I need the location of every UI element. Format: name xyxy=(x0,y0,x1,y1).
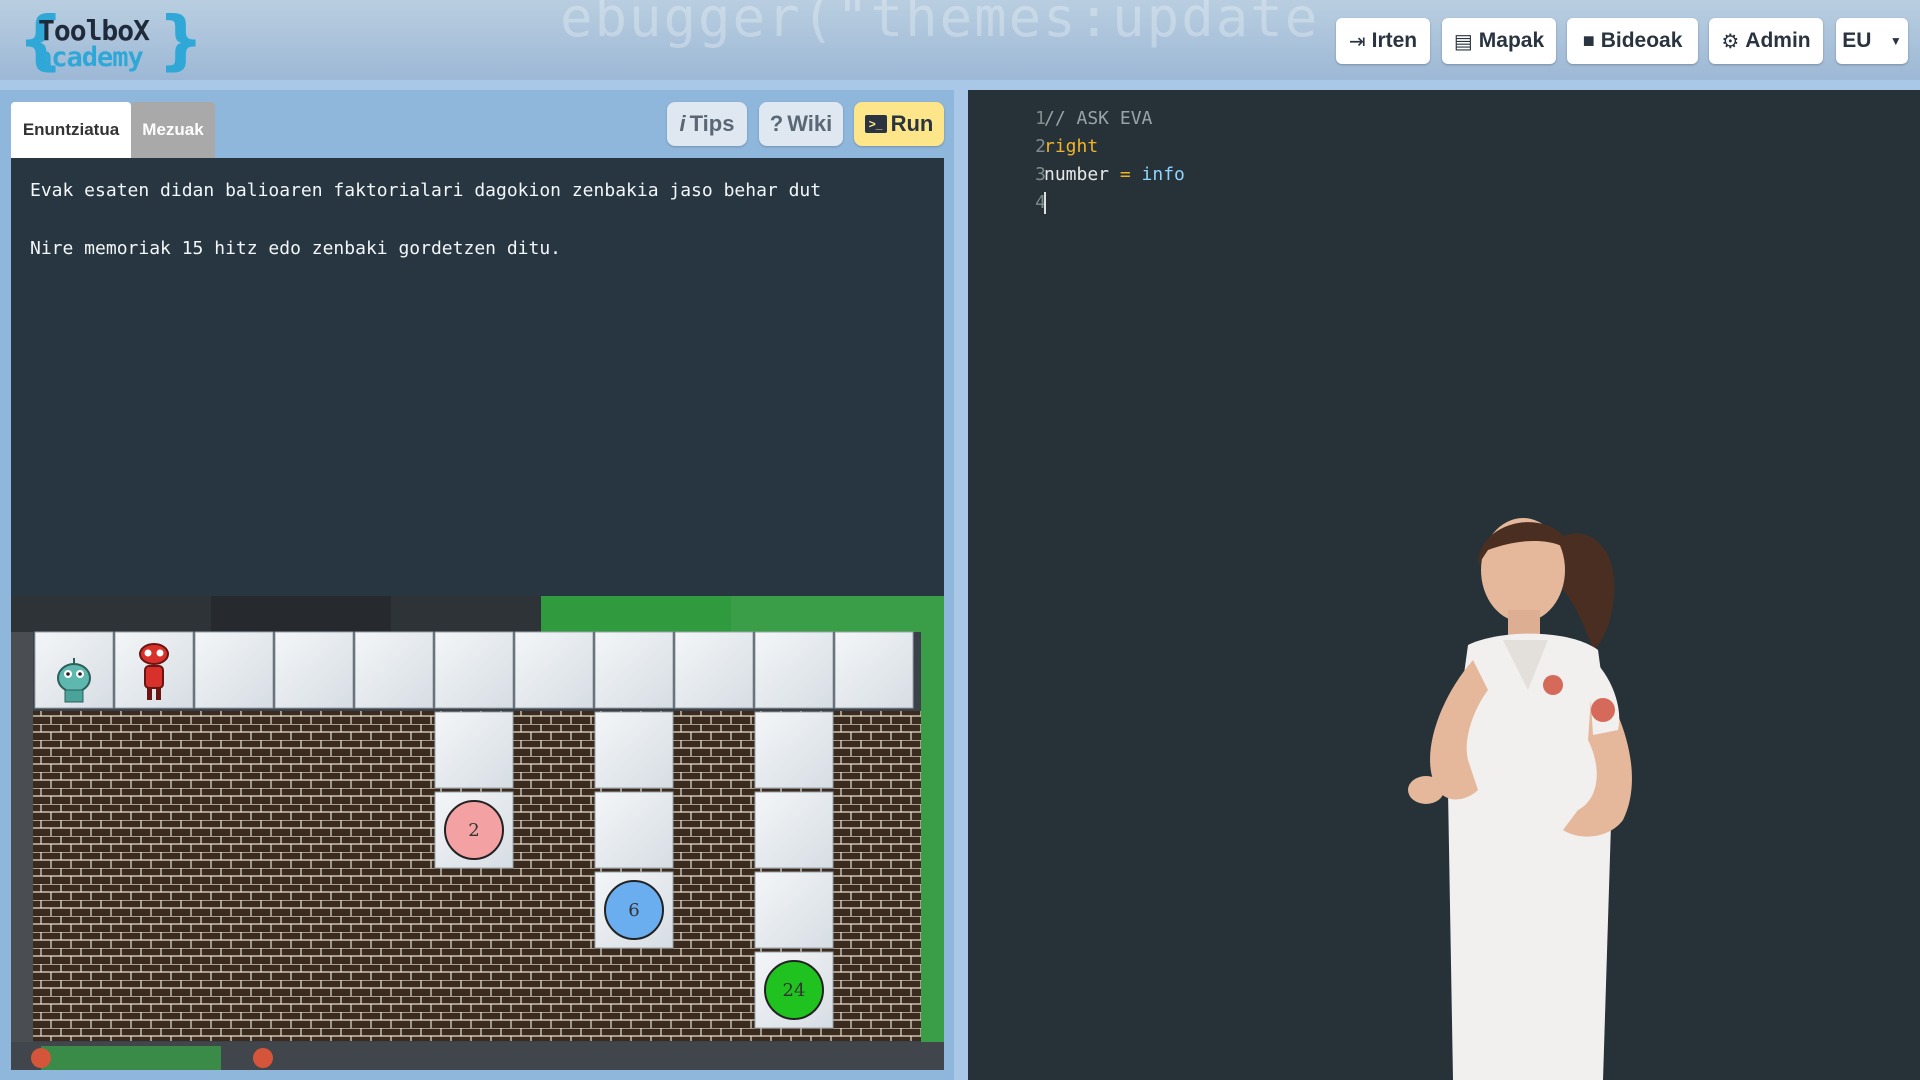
language-select[interactable]: EU ▼ xyxy=(1836,18,1908,64)
line-number: 3 xyxy=(1035,164,1046,185)
tab-statement[interactable]: Enuntziatua xyxy=(11,102,131,158)
text-cursor xyxy=(1044,192,1046,214)
tab-messages[interactable]: Mezuak xyxy=(131,102,215,158)
header-background-code: ebugger("themes:update xyxy=(560,0,1320,49)
tips-label: Tips xyxy=(689,111,735,136)
video-camera-icon: ■ xyxy=(1582,29,1595,52)
info-icon: i xyxy=(679,111,686,136)
maps-button[interactable]: ▤ Mapak xyxy=(1442,18,1556,64)
caret-down-icon: ▼ xyxy=(1889,34,1902,48)
language-label: EU xyxy=(1842,29,1872,52)
code-line-keyword[interactable]: right xyxy=(1044,136,1098,157)
ball-value: 6 xyxy=(628,900,639,921)
map-list-icon: ▤ xyxy=(1453,30,1473,53)
top-header: ebugger("themes:update { ToolboX academy… xyxy=(0,0,1920,80)
left-panel: Enuntziatua Mezuak i Tips ? Wiki >_ Run … xyxy=(0,90,954,1080)
number-ball[interactable]: 24 xyxy=(764,960,824,1020)
admin-button[interactable]: ⚙ Admin xyxy=(1709,18,1823,64)
gear-icon: ⚙ xyxy=(1721,30,1740,53)
presenter-video-illustration xyxy=(1408,518,1632,1080)
logo-line-2: academy xyxy=(36,42,144,73)
code-operator: = xyxy=(1109,164,1142,185)
videos-label: Bideoak xyxy=(1600,29,1683,52)
run-label: Run xyxy=(890,111,934,136)
maps-label: Mapak xyxy=(1478,29,1545,52)
ball-value: 24 xyxy=(783,980,806,1001)
wiki-button[interactable]: ? Wiki xyxy=(759,102,843,146)
logo-brace-right: } xyxy=(158,4,204,78)
tips-button[interactable]: i Tips xyxy=(667,102,747,146)
game-board-svg: 2 6 24 xyxy=(11,596,944,1070)
number-ball[interactable]: 2 xyxy=(444,800,504,860)
toolbox-academy-logo[interactable]: { ToolboX academy } xyxy=(18,4,204,78)
sign-out-icon: ⇥ xyxy=(1348,30,1366,53)
line-number: 4 xyxy=(1035,192,1046,213)
line-number: 2 xyxy=(1035,136,1046,157)
admin-label: Admin xyxy=(1745,29,1811,52)
number-ball[interactable]: 6 xyxy=(604,880,664,940)
game-board: 2 6 24 xyxy=(11,596,944,1070)
line-number: 1 xyxy=(1035,108,1046,129)
videos-button[interactable]: ■ Bideoak xyxy=(1567,18,1698,64)
exit-label: Irten xyxy=(1371,29,1418,52)
wiki-label: Wiki xyxy=(787,111,833,136)
statement-line-1: Evak esaten didan balioaren faktorialari… xyxy=(30,180,822,201)
code-editor-panel: 1 // ASK EVA 2 right 3 number = info 4 xyxy=(968,90,1920,1080)
code-line-assignment[interactable]: number = info xyxy=(1044,164,1185,185)
code-line-comment[interactable]: // ASK EVA xyxy=(1044,108,1152,129)
ball-value: 2 xyxy=(468,820,479,841)
terminal-icon: >_ xyxy=(864,115,887,133)
run-button[interactable]: >_ Run xyxy=(854,102,944,146)
statement-line-2: Nire memoriak 15 hitz edo zenbaki gordet… xyxy=(30,238,562,259)
code-variable: number xyxy=(1044,164,1110,185)
exit-button[interactable]: ⇥ Irten xyxy=(1336,18,1430,64)
code-value: info xyxy=(1141,164,1185,185)
question-icon: ? xyxy=(769,111,784,136)
